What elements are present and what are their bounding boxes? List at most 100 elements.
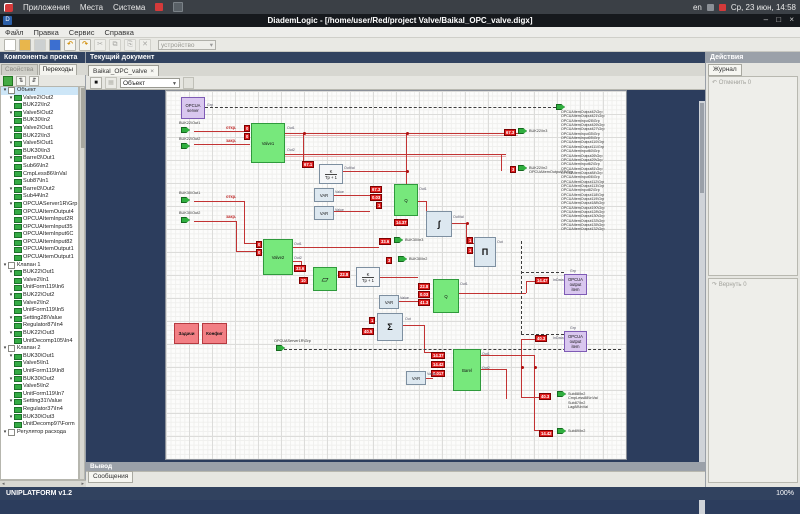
tree-item[interactable]: ▾BUK30\Out1 <box>1 353 78 361</box>
object-combo[interactable]: Объект▼ <box>120 78 180 88</box>
collapse-all-icon[interactable]: ⇵ <box>29 76 39 86</box>
menu-help[interactable]: Справка <box>104 28 133 37</box>
launcher-icon-terminal[interactable] <box>173 2 183 12</box>
tree-vertical-scrollbar[interactable] <box>79 86 85 480</box>
connector[interactable] <box>518 165 527 171</box>
diagram-block-var[interactable]: VAR <box>314 188 334 202</box>
open-document-icon[interactable] <box>19 39 31 51</box>
connector[interactable] <box>181 217 190 223</box>
tree-item[interactable]: ▾Valve5\Out1 <box>1 140 78 148</box>
diagram-block-q[interactable]: Q <box>433 279 459 313</box>
tree-checkbox[interactable] <box>8 87 15 94</box>
tree-item[interactable]: ▾Объект <box>1 87 78 95</box>
tab-properties[interactable]: Свойства <box>1 64 38 75</box>
diagram-block-[interactable]: Π <box>474 237 496 267</box>
tab-messages[interactable]: Сообщения <box>88 471 133 483</box>
tree-checkbox[interactable] <box>8 429 15 436</box>
tree-item[interactable]: Regulator87\In4 <box>1 322 78 330</box>
diagram-block-[interactable]: Σ <box>377 313 403 341</box>
diagram-block-var[interactable]: VAR <box>379 295 399 309</box>
tree-item[interactable]: Valve5\In2 <box>1 383 78 391</box>
tree-item[interactable]: OPCUAItemInput82 <box>1 239 78 247</box>
tree-item[interactable]: UnitForm119\In7 <box>1 391 78 399</box>
minimize-button[interactable]: – <box>764 15 771 24</box>
tree-item[interactable]: ▾Setting31\Value <box>1 398 78 406</box>
launcher-icon-red[interactable] <box>155 3 163 11</box>
tree-item[interactable]: OPCUAItemInput2R <box>1 216 78 224</box>
tab-journal[interactable]: Журнал <box>708 64 742 76</box>
tree-item[interactable]: BUK22\In2 <box>1 102 78 110</box>
diagram-block-var[interactable]: VAR <box>406 371 426 385</box>
diagram-block-var[interactable]: VAR <box>314 206 334 220</box>
tree-item[interactable]: ▾BUK22\Out2 <box>1 292 78 300</box>
close-button[interactable]: × <box>789 15 797 24</box>
connector[interactable] <box>181 197 190 203</box>
tree-item[interactable]: ▾Barrel3\Out1 <box>1 155 78 163</box>
diagram-block-конфиг[interactable]: Конфиг <box>202 323 227 344</box>
tree-checkbox[interactable] <box>8 345 15 352</box>
tree-item[interactable]: ▾Valve2\Out1 <box>1 125 78 133</box>
tree-item[interactable]: Valve5\In1 <box>1 360 78 368</box>
save-icon[interactable] <box>34 39 46 51</box>
tree-item[interactable]: ▾Клапан 1 <box>1 262 78 270</box>
tree-item[interactable]: ▾BUK30\Out3 <box>1 414 78 422</box>
diagram-block-q[interactable]: Q <box>394 184 418 216</box>
document-tab[interactable]: Baikal_OPC_valve× <box>88 65 159 76</box>
tree-item[interactable]: Sub87\In1 <box>1 178 78 186</box>
tree-item[interactable]: Regulator37\In4 <box>1 406 78 414</box>
tree-horizontal-scrollbar[interactable]: ◂▸ <box>0 480 86 487</box>
tree-item[interactable]: BUK22\In3 <box>1 133 78 141</box>
grid-button[interactable]: ▦ <box>105 77 117 89</box>
diagram-block-valve1[interactable]: Valve1 <box>251 123 285 163</box>
tree-item[interactable]: OPCUAItemInput6C <box>1 231 78 239</box>
stop-button[interactable]: ■ <box>90 77 102 89</box>
maximize-button[interactable]: □ <box>776 15 784 24</box>
tree-item[interactable]: OPCUAItemOutput4 <box>1 209 78 217</box>
connector[interactable] <box>181 143 190 149</box>
undo-history-item[interactable]: ↶ Отменить 0 <box>709 77 797 88</box>
tree-item[interactable]: UnitDecomp97\Form <box>1 421 78 429</box>
redo-icon[interactable]: ↷ <box>79 39 91 51</box>
tree-item[interactable]: ▾BUK22\Out3 <box>1 330 78 338</box>
tree-item[interactable]: UnitDecomp105\In4 <box>1 338 78 346</box>
diagram-block-opcua[interactable]: OPCUAoutputitem <box>564 331 587 352</box>
tree-item[interactable]: ▾Setting28\Value <box>1 315 78 323</box>
diagram-block-valve2[interactable]: Valve2 <box>263 239 293 275</box>
tray-status-icon[interactable] <box>707 4 714 11</box>
diagram-block-k[interactable]: KTp + 1 <box>319 164 343 184</box>
connector[interactable] <box>557 391 566 397</box>
diagram-block-barel[interactable]: Barel <box>453 349 481 391</box>
tree-item[interactable]: ▾Barrel3\Out2 <box>1 186 78 194</box>
menu-system[interactable]: Система <box>113 3 145 12</box>
connector[interactable] <box>398 256 407 262</box>
combo-side-button[interactable] <box>183 77 194 89</box>
diagram-block-opcua[interactable]: OPCUAserver <box>181 97 205 119</box>
distro-logo-icon[interactable] <box>4 3 13 12</box>
diagram-block-[interactable]: ▱ <box>313 267 337 291</box>
tree-item[interactable]: ▾BUK30\Out2 <box>1 376 78 384</box>
tree-item[interactable]: UnitForm119\In6 <box>1 284 78 292</box>
menu-applications[interactable]: Приложения <box>23 3 70 12</box>
diagram-block-opcua[interactable]: OPCUAoutputitem <box>564 274 587 295</box>
tab-close-icon[interactable]: × <box>150 68 154 75</box>
tree-item[interactable]: ▾OPCUAServer1R\Grp <box>1 201 78 209</box>
tree-item[interactable]: BUK30\In3 <box>1 148 78 156</box>
tree-item[interactable]: BUK30\In2 <box>1 117 78 125</box>
copy-icon[interactable]: ⧉ <box>109 39 121 51</box>
paste-icon[interactable]: ⎘ <box>124 39 136 51</box>
tab-transitions[interactable]: Переходы <box>39 64 78 75</box>
device-combo[interactable]: устройство▾ <box>158 40 216 50</box>
diagram-canvas[interactable]: OPCUAserverValve1KTp + 1VARVARQ∫ΠValve2▱… <box>86 90 699 462</box>
clock[interactable]: Ср, 23 июн, 14:58 <box>731 3 796 12</box>
connector[interactable] <box>276 345 285 351</box>
tree-item[interactable]: Sub66\In2 <box>1 163 78 171</box>
tree-item[interactable]: ▾Регулятор расхода <box>1 429 78 437</box>
menu-file[interactable]: Файл <box>5 28 23 37</box>
new-document-icon[interactable] <box>4 39 16 51</box>
tree-item[interactable]: UnitForm119\In8 <box>1 368 78 376</box>
tree-item[interactable]: Valve2\In1 <box>1 277 78 285</box>
tray-alert-icon[interactable] <box>719 4 726 11</box>
connector[interactable] <box>518 128 527 134</box>
diagram-sheet[interactable]: OPCUAserverValve1KTp + 1VARVARQ∫ΠValve2▱… <box>165 90 627 460</box>
diagram-block-k[interactable]: KTp + 1 <box>356 267 380 287</box>
